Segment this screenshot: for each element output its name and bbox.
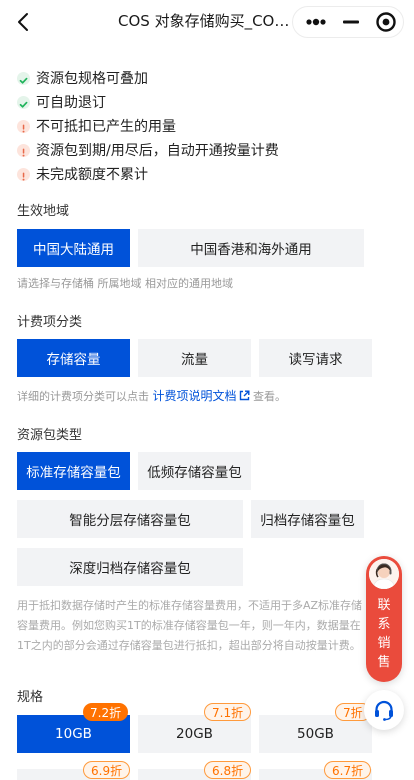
check-icon bbox=[17, 71, 30, 85]
package-option-intelligent[interactable]: 智能分层存储容量包 bbox=[17, 500, 243, 538]
region-option-overseas[interactable]: 中国香港和海外通用 bbox=[138, 229, 364, 267]
package-option-label: 标准存储容量包 bbox=[26, 465, 121, 481]
contact-sales-button[interactable]: 联 系 销 售 bbox=[366, 556, 402, 682]
more-dots-icon[interactable] bbox=[301, 7, 331, 37]
sales-char: 售 bbox=[377, 655, 391, 670]
feature-text: 不可抵扣已产生的用量 bbox=[36, 119, 176, 135]
feature-text: 资源包到期/用尽后，自动开通按量计费 bbox=[36, 143, 279, 159]
billing-doc-link-text: 计费项说明文档 bbox=[152, 389, 237, 403]
feature-item: 可自助退订 bbox=[17, 90, 279, 114]
external-link-icon bbox=[239, 390, 250, 401]
billing-doc-link[interactable]: 计费项说明文档 bbox=[153, 389, 250, 403]
sales-avatar bbox=[369, 559, 399, 589]
package-option-label: 归档存储容量包 bbox=[260, 513, 355, 529]
check-icon bbox=[17, 95, 30, 109]
package-option-label: 智能分层存储容量包 bbox=[69, 513, 191, 529]
discount-badge: 7.1折 bbox=[204, 703, 252, 721]
feature-item: 不可抵扣已产生的用量 bbox=[17, 114, 279, 138]
billing-hint: 详细的计费项分类可以点击 计费项说明文档 查看。 bbox=[17, 386, 286, 407]
sales-text: 联 系 销 售 bbox=[366, 596, 402, 672]
headset-icon bbox=[375, 700, 393, 721]
package-option-archive[interactable]: 归档存储容量包 bbox=[251, 500, 364, 538]
discount-badge: 6.7折 bbox=[324, 761, 372, 779]
region-hint: 请选择与存储桶 所属地域 相对应的通用地域 bbox=[17, 277, 233, 290]
discount-badge: 6.8折 bbox=[204, 761, 252, 779]
close-target-icon[interactable] bbox=[373, 7, 399, 37]
billing-option-storage[interactable]: 存储容量 bbox=[17, 339, 130, 377]
billing-section-title: 计费项分类 bbox=[17, 315, 83, 330]
page-title: COS 对象存储购买_COS对象存储 bbox=[118, 12, 290, 30]
package-option-infrequent[interactable]: 低频存储容量包 bbox=[138, 452, 251, 490]
package-option-label: 深度归档存储容量包 bbox=[69, 561, 191, 577]
sales-char: 销 bbox=[377, 636, 391, 651]
mini-program-capsule bbox=[292, 6, 404, 38]
package-option-label: 低频存储容量包 bbox=[147, 465, 242, 481]
feature-item: 资源包到期/用尽后，自动开通按量计费 bbox=[17, 138, 279, 162]
region-section-title: 生效地域 bbox=[17, 204, 70, 219]
package-section-title: 资源包类型 bbox=[17, 428, 83, 443]
package-option-standard[interactable]: 标准存储容量包 bbox=[17, 452, 130, 490]
feature-text: 资源包规格可叠加 bbox=[36, 71, 148, 87]
package-option-deep-archive[interactable]: 深度归档存储容量包 bbox=[17, 548, 243, 586]
nav-header: COS 对象存储购买_COS对象存储 bbox=[0, 0, 414, 46]
billing-hint-suffix: 查看。 bbox=[253, 390, 287, 403]
sales-char: 系 bbox=[377, 617, 391, 632]
package-description: 用于抵扣数据存储时产生的标准存储容量费用，不适用于多AZ标准存储容量费用。例如您… bbox=[17, 599, 363, 652]
spec-section-title: 规格 bbox=[17, 690, 44, 705]
feature-text: 未完成额度不累计 bbox=[36, 167, 148, 183]
region-option-mainland[interactable]: 中国大陆通用 bbox=[17, 229, 130, 267]
feature-item: 资源包规格可叠加 bbox=[17, 66, 279, 90]
discount-badge: 7.2折 bbox=[83, 703, 129, 721]
info-icon bbox=[17, 119, 30, 133]
sales-char: 联 bbox=[377, 598, 391, 613]
info-icon bbox=[17, 167, 30, 181]
minimize-icon[interactable] bbox=[337, 7, 365, 37]
billing-hint-prefix: 详细的计费项分类可以点击 bbox=[17, 390, 149, 403]
customer-service-button[interactable] bbox=[364, 690, 404, 730]
feature-list: 资源包规格可叠加 可自助退订 不可抵扣已产生的用量 资源包到期/用尽后，自动开通… bbox=[17, 66, 279, 186]
info-icon bbox=[17, 143, 30, 157]
discount-badge: 6.9折 bbox=[83, 761, 131, 779]
back-arrow-icon[interactable] bbox=[12, 10, 36, 34]
billing-option-requests[interactable]: 读写请求 bbox=[259, 339, 372, 377]
feature-text: 可自助退订 bbox=[36, 95, 106, 111]
feature-item: 未完成额度不累计 bbox=[17, 162, 279, 186]
billing-option-traffic[interactable]: 流量 bbox=[138, 339, 251, 377]
